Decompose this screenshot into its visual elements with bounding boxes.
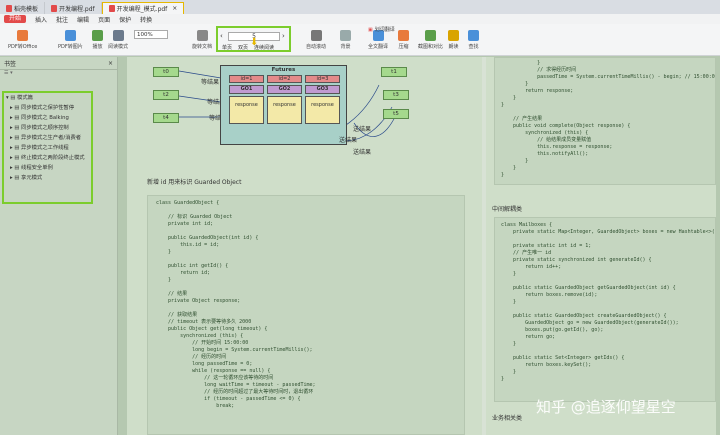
view-mode-group: 单页 双页 连续阅读 — [222, 44, 274, 51]
auto-scroll-button[interactable]: 自动滚动 — [306, 30, 326, 50]
tab-pdf-active[interactable]: 开发编程_模式.pdf × — [101, 2, 185, 14]
id-cell: id=3 — [305, 75, 340, 83]
scissors-icon — [425, 30, 436, 41]
background-button[interactable]: 背景 — [340, 30, 351, 50]
edge-label: 送结果 — [339, 137, 358, 144]
outline-item[interactable]: ▸ ▤ 同步模式之 Balking — [4, 113, 91, 123]
docer-icon — [6, 4, 12, 12]
outline-item[interactable]: ▸ ▤ 同步模式之保护性暂停 — [4, 103, 91, 113]
menu-item-edit[interactable]: 编辑 — [77, 15, 89, 24]
find-button[interactable]: 查找 — [468, 30, 479, 50]
arrow-down-icon: ⬇ — [250, 37, 259, 48]
pdf-to-image-button[interactable]: PDF转图片 — [58, 30, 83, 50]
watermark: 知乎 @追逐仰望星空 — [536, 398, 676, 416]
section-heading: 业务相关类 — [492, 415, 523, 422]
section-heading: 新增 id 用来标识 Guarded Object — [147, 179, 242, 186]
toolbar: PDF转Office PDF转图片 播放 阅读模式 100% 旋转文档 ‹ 5 … — [0, 24, 720, 56]
background-icon — [340, 30, 351, 41]
thread-node: t4 — [153, 113, 179, 123]
tab-label: 开发编程.pdf — [59, 5, 95, 13]
bookmark-sidebar: 书签 × ☰ ▾ ▾ ▤ 模式篇 ▸ ▤ 同步模式之保护性暂停 ▸ ▤ 同步模式… — [0, 57, 118, 435]
translate-icon: ▣ — [368, 26, 373, 33]
play-icon — [92, 30, 103, 41]
search-icon — [468, 30, 479, 41]
menu-item-convert[interactable]: 转换 — [140, 15, 152, 24]
full-translate-button[interactable]: 全文翻译 — [368, 30, 388, 50]
menu-item-comment[interactable]: 批注 — [56, 15, 68, 24]
tab-label: 稻壳模板 — [14, 5, 39, 13]
read-aloud-button[interactable]: 朗读 — [448, 30, 459, 50]
rotate-button[interactable]: 旋转文档 — [192, 30, 212, 50]
single-page-button[interactable]: 单页 — [222, 44, 232, 51]
thread-node: t2 — [153, 90, 179, 100]
thread-node: t5 — [383, 109, 409, 119]
close-icon[interactable]: × — [172, 5, 177, 12]
compress-button[interactable]: 压缩 — [398, 30, 409, 50]
pdf-page-right: } // 求得经历时间 passedTime = System.currentT… — [486, 57, 716, 435]
thread-node: t3 — [383, 90, 409, 100]
id-cell: id=1 — [229, 75, 264, 83]
tab-bar: 稻壳模板 开发编程.pdf 开发编程_模式.pdf × — [0, 0, 720, 14]
outline-item[interactable]: ▸ ▤ 同步模式之顺序控制 — [4, 123, 91, 133]
sidebar-title: 书签 — [4, 60, 17, 68]
go-cell: GO1 — [229, 85, 264, 94]
thread-node: t1 — [381, 67, 407, 77]
pdf-icon — [51, 4, 58, 12]
play-button[interactable]: 播放 — [92, 30, 103, 50]
edge-label: 送结果 — [353, 126, 372, 133]
code-block-complete: } // 求得经历时间 passedTime = System.currentT… — [494, 57, 716, 185]
next-page-icon[interactable]: › — [282, 32, 285, 40]
thread-node: t0 — [153, 67, 179, 77]
double-page-button[interactable]: 双页 — [238, 44, 248, 51]
book-icon — [112, 30, 124, 41]
response-cell: response — [267, 96, 302, 124]
response-cell: response — [305, 96, 340, 124]
code-block-guarded-object: class GuardedObject { // 标识 Guarded Obje… — [147, 195, 465, 435]
tab-pdf-1[interactable]: 开发编程.pdf — [45, 2, 102, 14]
outline-item[interactable]: ▸ ▤ 终止模式之两阶段终止模式 — [4, 153, 91, 163]
rotate-icon — [196, 30, 208, 41]
id-cell: id=2 — [267, 75, 302, 83]
code-block-mailboxes: class Mailboxes { private static Map<Int… — [494, 217, 716, 402]
section-heading: 中间解耦类 — [492, 206, 523, 213]
menu-item-start[interactable]: 开始 — [4, 15, 27, 23]
reading-mode-button[interactable]: 阅读模式 — [108, 30, 128, 50]
outline-item[interactable]: ▸ ▤ 线程安全单例 — [4, 163, 91, 173]
bookmark-tool-icon[interactable]: ☰ ▾ — [4, 70, 13, 76]
outline-tree: ▾ ▤ 模式篇 ▸ ▤ 同步模式之保护性暂停 ▸ ▤ 同步模式之 Balking… — [2, 91, 93, 204]
close-icon[interactable]: × — [108, 60, 113, 67]
compress-icon — [398, 30, 409, 41]
screenshot-compare-button[interactable]: 截图和对比 — [418, 30, 443, 50]
menu-bar: 开始 插入 批注 编辑 页面 保护 转换 — [0, 14, 720, 24]
menu-item-page[interactable]: 页面 — [98, 15, 110, 24]
go-cell: GO3 — [305, 85, 340, 94]
futures-box: Futures id=1 id=2 id=3 GO1 GO2 GO3 respo… — [220, 65, 347, 145]
word-translate-button[interactable]: ▣ 划词翻译 — [368, 26, 395, 34]
tab-docer[interactable]: 稻壳模板 — [0, 2, 46, 14]
menu-item-protect[interactable]: 保护 — [119, 15, 131, 24]
sidebar-header: 书签 × — [0, 57, 117, 70]
menu-item-insert[interactable]: 插入 — [35, 15, 47, 24]
pdf-page-left: t0 t2 t4 等结果 等结果 等结果 Futures id=1 id=2 i… — [127, 57, 482, 435]
futures-title: Futures — [271, 67, 296, 73]
edge-label: 送结果 — [353, 149, 372, 156]
outline-item[interactable]: ▸ ▤ 异步模式之生产者/消费者 — [4, 133, 91, 143]
pdf-office-icon — [17, 30, 29, 41]
prev-page-icon[interactable]: ‹ — [220, 32, 223, 40]
sidebar-tools: ☰ ▾ — [0, 70, 117, 80]
tab-label: 开发编程_模式.pdf — [116, 6, 168, 13]
edge-label: 等结果 — [201, 79, 220, 86]
scroll-icon — [310, 30, 322, 41]
outline-item[interactable]: ▸ ▤ 享元模式 — [4, 173, 91, 183]
response-cell: response — [229, 96, 264, 124]
outline-root[interactable]: ▾ ▤ 模式篇 — [4, 93, 91, 103]
image-icon — [64, 30, 76, 41]
pdf-to-office-button[interactable]: PDF转Office — [8, 30, 37, 50]
pdf-icon — [108, 5, 115, 12]
outline-item[interactable]: ▸ ▤ 异步模式之工作线程 — [4, 143, 91, 153]
speaker-icon — [448, 30, 459, 41]
go-cell: GO2 — [267, 85, 302, 94]
zoom-select[interactable]: 100% — [134, 30, 168, 39]
